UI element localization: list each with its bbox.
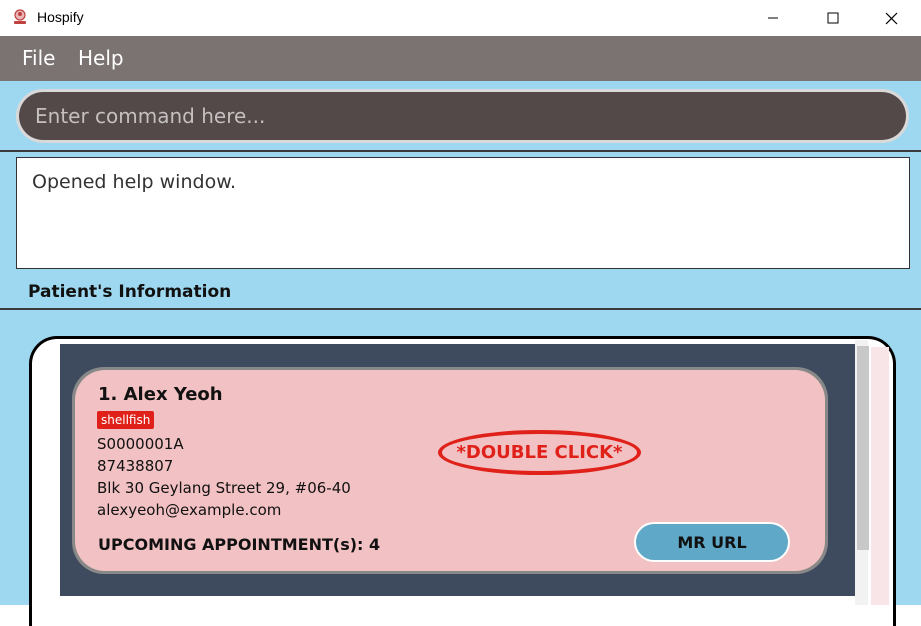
upcoming-appointments: UPCOMING APPOINTMENT(s): 4	[98, 535, 381, 554]
double-click-hint-text: *DOUBLE CLICK*	[456, 442, 623, 463]
patient-phone: 87438807	[97, 457, 174, 475]
menu-file[interactable]: File	[22, 46, 55, 70]
patient-card-body: 1. Alex Yeoh shellfish S0000001A 8743880…	[75, 370, 825, 571]
window-title: Hospify	[37, 9, 84, 25]
mr-url-button[interactable]: MR URL	[634, 522, 790, 562]
scrollbar-thumb[interactable]	[857, 346, 869, 550]
hospify-logo-icon	[14, 9, 26, 24]
result-text: Opened help window.	[32, 171, 237, 193]
maximize-button[interactable]	[804, 0, 862, 36]
patient-address: Blk 30 Geylang Street 29, #06-40	[97, 479, 351, 497]
close-icon	[885, 12, 897, 24]
divider	[0, 150, 921, 152]
command-box	[16, 89, 909, 143]
allergy-tag: shellfish	[97, 411, 155, 429]
minimize-button[interactable]	[744, 0, 802, 36]
title-bar: Hospify	[0, 0, 921, 36]
double-click-annotation: *DOUBLE CLICK*	[438, 430, 641, 475]
patient-nric: S0000001A	[97, 435, 184, 453]
result-display: Opened help window.	[16, 157, 910, 269]
section-title: Patient's Information	[28, 282, 232, 302]
minimize-icon	[768, 17, 778, 19]
mr-url-button-label: MR URL	[677, 532, 747, 552]
list-edge	[871, 347, 889, 605]
scrollbar[interactable]	[855, 340, 869, 605]
command-input[interactable]	[19, 92, 906, 140]
close-button[interactable]	[862, 0, 920, 36]
maximize-icon	[827, 12, 839, 24]
patient-card[interactable]: 1. Alex Yeoh shellfish S0000001A 8743880…	[72, 367, 828, 574]
menu-bar: File Help	[0, 36, 921, 81]
patient-name: 1. Alex Yeoh	[98, 384, 223, 405]
menu-help[interactable]: Help	[78, 46, 124, 70]
patient-email: alexyeoh@example.com	[97, 501, 282, 519]
divider	[0, 308, 921, 310]
